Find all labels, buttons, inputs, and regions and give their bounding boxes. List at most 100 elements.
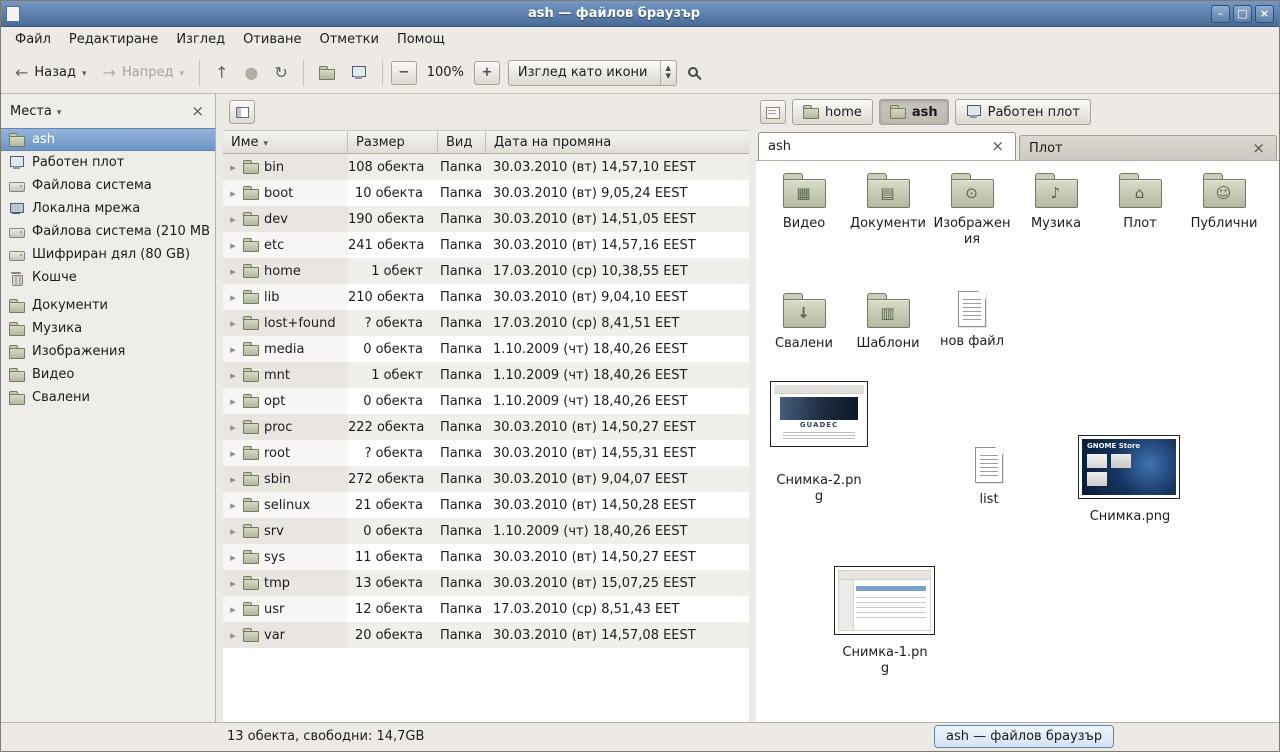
sidebar-item[interactable]: Документи (1, 294, 215, 317)
column-header-date[interactable]: Дата на промяна (486, 131, 749, 153)
sidebar-item[interactable]: Музика (1, 317, 215, 340)
menu-item[interactable]: Помощ (388, 29, 454, 50)
search-button[interactable] (679, 59, 709, 87)
folder-item[interactable]: Плот (1098, 171, 1182, 249)
up-button[interactable]: ↑ (208, 59, 235, 87)
reload-button[interactable]: ↻ (267, 59, 294, 87)
expander-icon[interactable] (228, 394, 238, 409)
file-item[interactable]: нов файл (930, 291, 1014, 352)
file-row[interactable]: var 20 обекта Папка 30.03.2010 (вт) 14,5… (223, 622, 749, 648)
sidebar-item[interactable]: Файлова система (210 MB) (1, 220, 215, 243)
pane-splitter[interactable] (216, 94, 223, 722)
sidebar-item[interactable]: Шифриран дял (80 GB) (1, 243, 215, 266)
location-toggle-button[interactable] (229, 100, 255, 124)
expander-icon[interactable] (228, 628, 238, 643)
sidebar-item[interactable]: Работен плот (1, 151, 215, 174)
folder-item[interactable]: Шаблони (846, 291, 930, 352)
file-row[interactable]: media 0 обекта Папка 1.10.2009 (чт) 18,4… (223, 336, 749, 362)
menu-item[interactable]: Отметки (310, 29, 387, 50)
expander-icon[interactable] (228, 420, 238, 435)
file-row[interactable]: lost+found ? обекта Папка 17.03.2010 (ср… (223, 310, 749, 336)
file-row[interactable]: tmp 13 обекта Папка 30.03.2010 (вт) 15,0… (223, 570, 749, 596)
column-header-type[interactable]: Вид (438, 131, 486, 153)
close-button[interactable] (1255, 5, 1274, 23)
path-button-desktop[interactable]: Работен плот (955, 99, 1091, 125)
tab[interactable]: Плот (1019, 135, 1277, 160)
minimize-button[interactable] (1211, 5, 1230, 23)
file-row[interactable]: selinux 21 обекта Папка 30.03.2010 (вт) … (223, 492, 749, 518)
expander-icon[interactable] (228, 238, 238, 253)
expander-icon[interactable] (228, 186, 238, 201)
expander-icon[interactable] (228, 472, 238, 487)
expander-icon[interactable] (228, 342, 238, 357)
pathbar-root-button[interactable] (760, 100, 786, 124)
back-button[interactable]: ← Назад (8, 59, 94, 87)
file-row[interactable]: boot 10 обекта Папка 30.03.2010 (вт) 9,0… (223, 180, 749, 206)
file-row[interactable]: bin 108 обекта Папка 30.03.2010 (вт) 14,… (223, 154, 749, 180)
maximize-button[interactable] (1233, 5, 1252, 23)
sidebar-item[interactable]: Локална мрежа (1, 197, 215, 220)
file-row[interactable]: root ? обекта Папка 30.03.2010 (вт) 14,5… (223, 440, 749, 466)
file-row[interactable]: lib 210 обекта Папка 30.03.2010 (вт) 9,0… (223, 284, 749, 310)
expander-icon[interactable] (228, 550, 238, 565)
menu-item[interactable]: Файл (6, 29, 60, 50)
zoom-out-button[interactable]: − (391, 61, 417, 85)
file-row[interactable]: proc 222 обекта Папка 30.03.2010 (вт) 14… (223, 414, 749, 440)
image-thumbnail[interactable] (834, 566, 935, 635)
expander-icon[interactable] (228, 368, 238, 383)
sidebar-item[interactable]: Файлова система (1, 174, 215, 197)
menu-item[interactable]: Редактиране (60, 29, 167, 50)
folder-item[interactable]: Видео (762, 171, 846, 249)
column-header-size[interactable]: Размер (348, 131, 438, 153)
sidebar-close-icon[interactable] (189, 104, 206, 119)
path-button-current[interactable]: ash (879, 99, 949, 125)
folder-item[interactable]: Документи (846, 171, 930, 249)
file-row[interactable]: sbin 272 обекта Папка 30.03.2010 (вт) 9,… (223, 466, 749, 492)
sidebar-item[interactable]: Видео (1, 363, 215, 386)
file-row[interactable]: etc 241 обекта Папка 30.03.2010 (вт) 14,… (223, 232, 749, 258)
icon-view[interactable]: Видео Документи Изображения (756, 160, 1279, 722)
expander-icon[interactable] (228, 446, 238, 461)
taskbar-window-button[interactable]: ash — файлов браузър (934, 725, 1114, 748)
expander-icon[interactable] (228, 290, 238, 305)
expander-icon[interactable] (228, 602, 238, 617)
file-item[interactable]: list (961, 447, 1017, 508)
tab-close-icon[interactable] (989, 139, 1006, 154)
expander-icon[interactable] (228, 160, 238, 175)
expander-icon[interactable] (228, 576, 238, 591)
menu-item[interactable]: Изглед (167, 29, 234, 50)
file-row[interactable]: sys 11 обекта Папка 30.03.2010 (вт) 14,5… (223, 544, 749, 570)
pane-splitter[interactable] (749, 94, 756, 722)
file-label[interactable]: Снимка.png (1087, 509, 1173, 525)
expander-icon[interactable] (228, 316, 238, 331)
home-button[interactable] (312, 60, 342, 86)
view-mode-select[interactable]: Изглед като икони (508, 60, 677, 86)
spinner-arrows-icon[interactable] (660, 61, 676, 85)
tab-close-icon[interactable] (1250, 141, 1267, 156)
sidebar-item[interactable]: Кошче (1, 266, 215, 289)
image-thumbnail[interactable]: GNOME Store (1078, 435, 1180, 499)
file-row[interactable]: usr 12 обекта Папка 17.03.2010 (ср) 8,51… (223, 596, 749, 622)
folder-item[interactable]: Публични (1182, 171, 1266, 249)
column-header-name[interactable]: Име (223, 131, 348, 153)
file-row[interactable]: srv 0 обекта Папка 1.10.2009 (чт) 18,40,… (223, 518, 749, 544)
folder-item[interactable]: Изображения (930, 171, 1014, 249)
expander-icon[interactable] (228, 524, 238, 539)
chevron-down-icon[interactable] (57, 104, 62, 119)
sidebar-item[interactable]: Изображения (1, 340, 215, 363)
image-thumbnail[interactable]: GUADEC (770, 381, 868, 447)
expander-icon[interactable] (228, 264, 238, 279)
computer-button[interactable] (344, 60, 374, 86)
sidebar-item[interactable]: Свалени (1, 386, 215, 409)
file-row[interactable]: dev 190 обекта Папка 30.03.2010 (вт) 14,… (223, 206, 749, 232)
chevron-down-icon[interactable] (82, 65, 87, 80)
path-button-home[interactable]: home (792, 99, 873, 125)
file-label[interactable]: Снимка-2.png (776, 473, 862, 506)
folder-item[interactable]: Свалени (762, 291, 846, 352)
folder-item[interactable]: Музика (1014, 171, 1098, 249)
titlebar[interactable]: ash — файлов браузър (1, 1, 1279, 27)
sidebar-title[interactable]: Места (10, 104, 52, 119)
file-label[interactable]: Снимка-1.png (842, 645, 928, 678)
file-row[interactable]: opt 0 обекта Папка 1.10.2009 (чт) 18,40,… (223, 388, 749, 414)
menu-item[interactable]: Отиване (234, 29, 310, 50)
